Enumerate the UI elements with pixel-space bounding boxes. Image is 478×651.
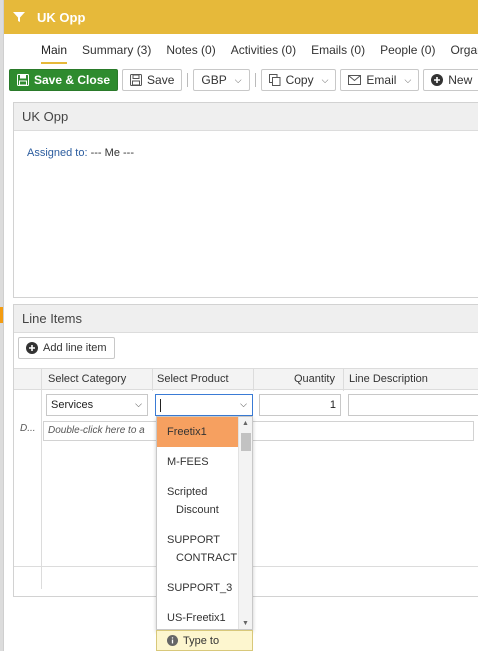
- chevron-down-icon: ⌵: [135, 399, 142, 409]
- tab-people[interactable]: People (0): [380, 43, 435, 64]
- column-header-category[interactable]: Select Category: [48, 373, 126, 385]
- product-option[interactable]: SUPPORT CONTRACT: [157, 525, 239, 573]
- new-label: New: [448, 73, 473, 87]
- column-divider: [152, 368, 153, 391]
- floppy-icon: [17, 74, 29, 86]
- add-line-item-button[interactable]: Add line item: [18, 337, 115, 359]
- toolbar-divider: [254, 73, 256, 87]
- chevron-down-icon: ⌵: [321, 74, 329, 85]
- info-icon: [167, 635, 178, 646]
- copy-label: Copy: [285, 73, 314, 87]
- add-line-item-label: Add line item: [43, 342, 107, 354]
- currency-select[interactable]: GBP ⌵: [193, 69, 250, 91]
- toolbar: Save & Close Save GBP ⌵ Copy ⌵ Email ⌵ N…: [9, 68, 478, 92]
- new-button[interactable]: New ⌵: [423, 69, 478, 91]
- column-header-quantity[interactable]: Quantity: [294, 373, 335, 385]
- plus-circle-icon: [431, 74, 444, 86]
- type-to-search-hint: Type to: [156, 630, 253, 651]
- scroll-up-icon[interactable]: ▲: [242, 420, 249, 427]
- assigned-to-field[interactable]: Assigned to: --- Me ---: [27, 147, 134, 159]
- type-to-search-text: Type to: [183, 634, 220, 647]
- line-items-header: Select Category Select Product Quantity …: [14, 368, 478, 390]
- product-option-label: SUPPORT: [167, 534, 220, 546]
- toolbar-divider: [187, 73, 189, 87]
- record-window: UK Opp Main Summary (3) Notes (0) Activi…: [3, 0, 478, 651]
- product-option-label: M-FEES: [167, 456, 209, 468]
- category-value: Services: [51, 399, 94, 411]
- column-header-product[interactable]: Select Product: [157, 373, 229, 385]
- quantity-value: 1: [329, 399, 336, 411]
- window-title: UK Opp: [37, 9, 86, 25]
- text-cursor: [160, 398, 161, 412]
- column-divider: [343, 368, 344, 391]
- record-panel: UK Opp Assigned to: --- Me ---: [13, 102, 478, 298]
- tab-activities[interactable]: Activities (0): [231, 43, 296, 64]
- scrollbar-thumb[interactable]: [241, 433, 251, 451]
- email-label: Email: [366, 73, 397, 87]
- product-option-label: Discount: [176, 504, 219, 516]
- floppy-icon: [130, 74, 143, 86]
- save-button[interactable]: Save: [122, 69, 183, 91]
- title-bar: UK Opp: [4, 0, 478, 34]
- scroll-down-icon[interactable]: ▼: [242, 620, 249, 627]
- product-option[interactable]: SUPPORT_3: [157, 573, 239, 603]
- record-heading: UK Opp: [14, 103, 478, 131]
- tab-notes[interactable]: Notes (0): [166, 43, 215, 64]
- tab-main[interactable]: Main: [41, 43, 68, 64]
- product-dropdown-list: Freetix1 M-FEES Scripted Discount SUPPOR…: [156, 416, 253, 630]
- line-items-heading: Line Items: [14, 305, 478, 333]
- chevron-down-icon: ⌵: [234, 74, 242, 85]
- column-divider: [253, 368, 254, 391]
- assigned-to-value: --- Me ---: [90, 147, 134, 159]
- column-header-description[interactable]: Line Description: [349, 373, 428, 385]
- copy-button[interactable]: Copy ⌵: [260, 69, 337, 91]
- plus-circle-icon: [26, 342, 38, 354]
- product-option[interactable]: Freetix1: [157, 417, 239, 447]
- product-option-label: US-Freetix1: [167, 612, 226, 624]
- product-option-label: Freetix1: [167, 426, 207, 438]
- save-close-button[interactable]: Save & Close: [9, 69, 119, 91]
- row-indicator: D...: [20, 423, 36, 434]
- product-option-label: Scripted: [167, 486, 208, 498]
- product-option-label: CONTRACT: [176, 552, 238, 564]
- product-option[interactable]: M-FEES: [157, 447, 239, 477]
- chevron-down-icon: ⌵: [404, 74, 412, 85]
- dropdown-scrollbar[interactable]: ▲ ▼: [238, 417, 252, 629]
- category-select[interactable]: Services ⌵: [46, 394, 148, 416]
- product-option-label: SUPPORT_3: [167, 582, 233, 594]
- tab-summary[interactable]: Summary (3): [82, 43, 151, 64]
- add-row-hint[interactable]: Double-click here to a: [43, 421, 474, 441]
- envelope-icon: [348, 75, 362, 85]
- line-description-input[interactable]: [348, 394, 478, 416]
- add-row-hint-text: Double-click here to a: [48, 425, 145, 436]
- copy-icon: [268, 74, 281, 86]
- assigned-to-label: Assigned to:: [27, 147, 88, 159]
- product-select[interactable]: ⌵: [155, 394, 253, 416]
- tab-emails[interactable]: Emails (0): [311, 43, 365, 64]
- tab-organisations[interactable]: Organ: [450, 43, 478, 64]
- column-divider: [41, 368, 42, 589]
- product-option[interactable]: US-Freetix1: [157, 603, 239, 629]
- save-label: Save: [147, 73, 175, 87]
- product-option[interactable]: Scripted Discount: [157, 477, 239, 525]
- save-close-label: Save & Close: [34, 73, 111, 87]
- filter-icon[interactable]: [13, 11, 25, 23]
- currency-value: GBP: [201, 73, 227, 87]
- chevron-down-icon: ⌵: [240, 399, 247, 409]
- quantity-input[interactable]: 1: [259, 394, 341, 416]
- tab-bar: Main Summary (3) Notes (0) Activities (0…: [4, 34, 478, 64]
- email-button[interactable]: Email ⌵: [340, 69, 420, 91]
